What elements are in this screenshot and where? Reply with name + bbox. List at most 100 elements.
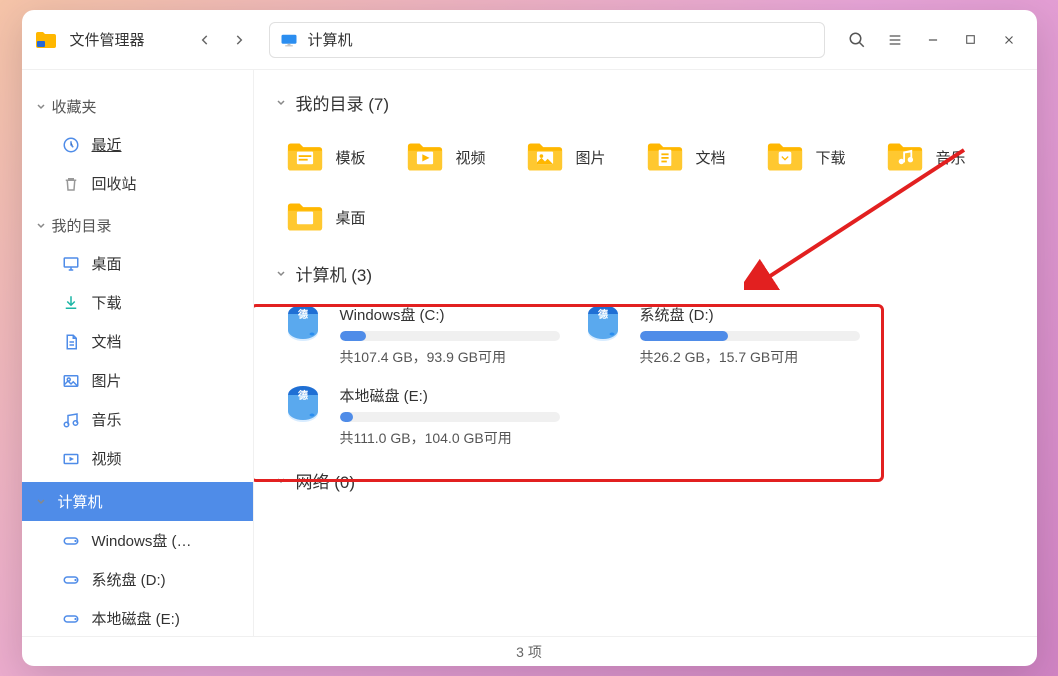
group-network: 网络 (0) (276, 468, 1015, 493)
monitor-icon (280, 33, 298, 47)
nav-back-button[interactable] (191, 26, 219, 54)
app-icon (34, 28, 58, 52)
folder-item-desktop[interactable]: 桌面 (280, 193, 400, 241)
sidebar-item-documents[interactable]: 文档 (22, 322, 253, 361)
menu-icon (887, 32, 903, 48)
sidebar-item-computer[interactable]: 计算机 (22, 482, 253, 521)
folder-label: 视频 (456, 147, 486, 168)
folder-icon (764, 139, 806, 175)
chevron-down-icon (276, 476, 286, 486)
sidebar-header-mydirs[interactable]: 我的目录 (22, 207, 253, 244)
disk-icon (62, 610, 80, 628)
search-button[interactable] (841, 24, 873, 56)
sidebar-item-desktop[interactable]: 桌面 (22, 244, 253, 283)
folder-item-music[interactable]: 音乐 (880, 133, 1000, 181)
sidebar-header-favorites[interactable]: 收藏夹 (22, 88, 253, 125)
desktop-icon (62, 255, 80, 273)
group-header-network[interactable]: 网络 (0) (276, 468, 1015, 493)
picture-icon (62, 372, 80, 390)
status-text: 3 项 (516, 642, 542, 662)
clock-icon (62, 136, 80, 154)
music-icon (62, 411, 80, 429)
folder-item-video[interactable]: 视频 (400, 133, 520, 181)
sidebar-item-videos[interactable]: 视频 (22, 439, 253, 478)
chevron-down-icon (276, 98, 286, 108)
file-manager-window: 文件管理器 计算机 (22, 10, 1037, 666)
folder-item-download[interactable]: 下载 (760, 133, 880, 181)
statusbar: 3 项 (22, 636, 1037, 666)
sidebar-item-trash[interactable]: 回收站 (22, 164, 253, 203)
chevron-down-icon (36, 497, 46, 507)
group-header-computer[interactable]: 计算机 (3) (276, 261, 1015, 286)
drive-size-text: 共107.4 GB，93.9 GB可用 (340, 347, 560, 367)
group-mydirs: 我的目录 (7) 模板 视频 图片 文档 下载 音乐 桌面 (276, 90, 1015, 241)
group-computer: 计算机 (3) 德 Windows盘 (C:) 共107.4 GB，93.9 G… (276, 261, 1015, 448)
folder-item-picture[interactable]: 图片 (520, 133, 640, 181)
drive-size-text: 共111.0 GB，104.0 GB可用 (340, 428, 560, 448)
video-icon (62, 450, 80, 468)
drive-name: 本地磁盘 (E:) (340, 385, 560, 406)
folder-icon (404, 139, 446, 175)
minimize-button[interactable] (917, 24, 949, 56)
search-icon (848, 31, 866, 49)
menu-button[interactable] (879, 24, 911, 56)
drive-icon: 德 (280, 304, 326, 346)
sidebar-item-downloads[interactable]: 下载 (22, 283, 253, 322)
sidebar: 收藏夹 最近 回收站 我的目录 桌面 (22, 70, 254, 636)
sidebar-item-drive-d[interactable]: 系统盘 (D:) (22, 560, 253, 599)
close-button[interactable] (993, 24, 1025, 56)
sidebar-item-drive-c[interactable]: Windows盘 (… (22, 521, 253, 560)
chevron-right-icon (232, 33, 246, 47)
minimize-icon (926, 33, 940, 47)
folder-label: 下载 (816, 147, 846, 168)
maximize-button[interactable] (955, 24, 987, 56)
drive-name: Windows盘 (C:) (340, 304, 560, 325)
address-text: 计算机 (308, 29, 353, 50)
sidebar-item-music[interactable]: 音乐 (22, 400, 253, 439)
maximize-icon (964, 33, 977, 46)
app-title: 文件管理器 (70, 29, 145, 50)
folder-icon (644, 139, 686, 175)
drive-usage-bar (640, 331, 860, 341)
group-header-mydirs[interactable]: 我的目录 (7) (276, 90, 1015, 115)
folder-icon (284, 139, 326, 175)
svg-text:德: 德 (597, 308, 608, 321)
folder-label: 模板 (336, 147, 366, 168)
svg-text:德: 德 (297, 308, 308, 321)
sidebar-item-drive-e[interactable]: 本地磁盘 (E:) (22, 599, 253, 636)
folder-icon (524, 139, 566, 175)
drive-usage-bar (340, 412, 560, 422)
address-bar[interactable]: 计算机 (269, 22, 825, 58)
folder-label: 图片 (576, 147, 606, 168)
folder-item-doc[interactable]: 文档 (640, 133, 760, 181)
folder-icon (884, 139, 926, 175)
folder-icon (284, 199, 326, 235)
sidebar-item-recent[interactable]: 最近 (22, 125, 253, 164)
drive-item[interactable]: 德 系统盘 (D:) 共26.2 GB，15.7 GB可用 (580, 304, 860, 367)
document-icon (62, 333, 80, 351)
disk-icon (62, 532, 80, 550)
drive-item[interactable]: 德 本地磁盘 (E:) 共111.0 GB，104.0 GB可用 (280, 385, 560, 448)
drive-icon: 德 (280, 385, 326, 427)
svg-text:德: 德 (297, 389, 308, 402)
titlebar: 文件管理器 计算机 (22, 10, 1037, 70)
drive-usage-bar (340, 331, 560, 341)
chevron-down-icon (36, 221, 46, 231)
folder-label: 文档 (696, 147, 726, 168)
disk-icon (62, 571, 80, 589)
folder-label: 桌面 (336, 207, 366, 228)
download-icon (62, 294, 80, 312)
close-icon (1002, 33, 1016, 47)
chevron-down-icon (36, 102, 46, 112)
content-area: 我的目录 (7) 模板 视频 图片 文档 下载 音乐 桌面 (254, 70, 1037, 636)
drive-icon: 德 (580, 304, 626, 346)
drive-size-text: 共26.2 GB，15.7 GB可用 (640, 347, 860, 367)
folder-label: 音乐 (936, 147, 966, 168)
folder-item-template[interactable]: 模板 (280, 133, 400, 181)
drive-name: 系统盘 (D:) (640, 304, 860, 325)
sidebar-item-pictures[interactable]: 图片 (22, 361, 253, 400)
chevron-left-icon (198, 33, 212, 47)
chevron-down-icon (276, 269, 286, 279)
drive-item[interactable]: 德 Windows盘 (C:) 共107.4 GB，93.9 GB可用 (280, 304, 560, 367)
nav-forward-button[interactable] (225, 26, 253, 54)
